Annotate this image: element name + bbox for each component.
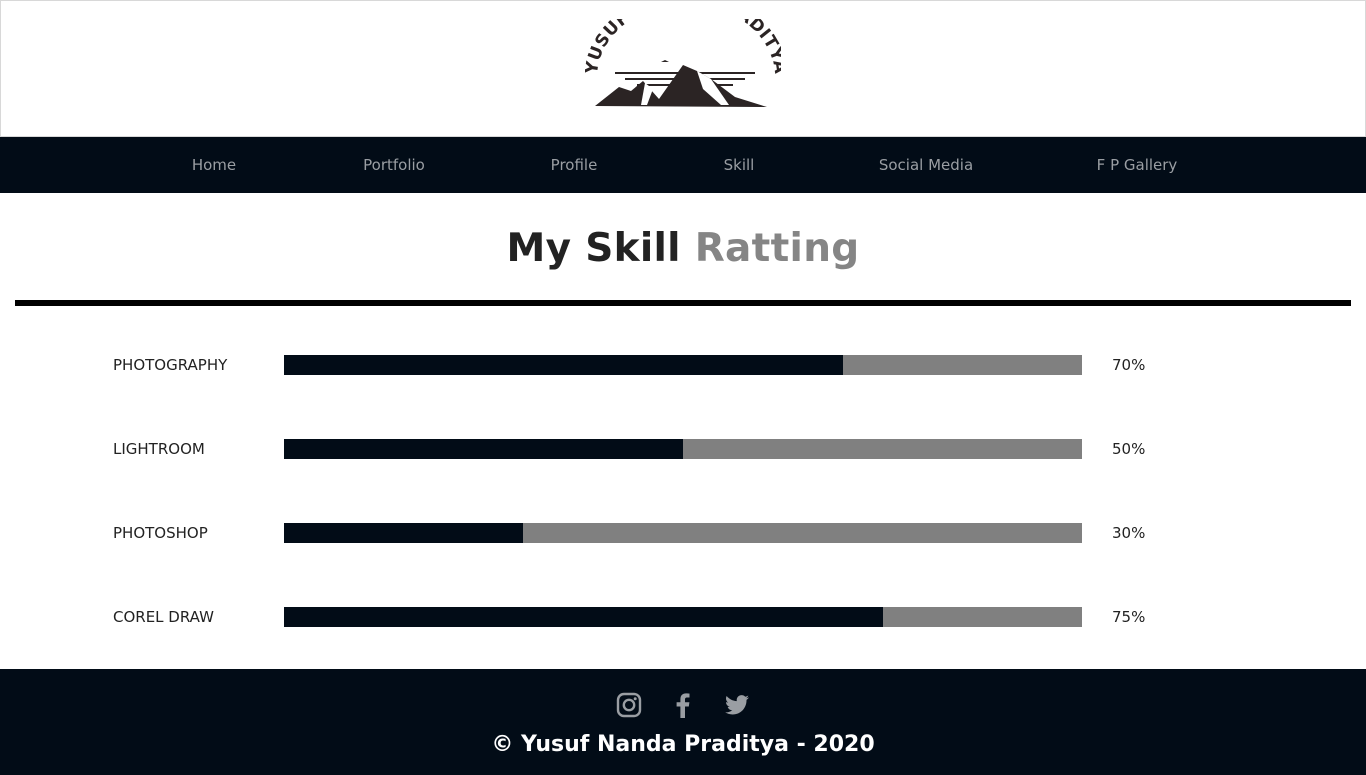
skill-bar-track <box>284 439 1082 459</box>
skill-bar-fill <box>284 355 843 375</box>
nav-item-home[interactable]: Home <box>192 137 236 193</box>
skill-bar-fill <box>284 439 683 459</box>
skill-row-photoshop: PHOTOSHOP 30% <box>0 521 1366 543</box>
logo-mountain-graphic: YUSUF NANDA PRADITYA <box>585 19 781 107</box>
page-title-main: My Skill <box>506 226 681 271</box>
instagram-icon[interactable] <box>615 691 643 719</box>
skill-percent: 50% <box>1112 440 1146 458</box>
skill-label: PHOTOGRAPHY <box>113 356 228 374</box>
nav-item-profile[interactable]: Profile <box>551 137 598 193</box>
skill-percent: 70% <box>1112 356 1146 374</box>
skill-label: COREL DRAW <box>113 608 214 626</box>
site-logo[interactable]: YUSUF NANDA PRADITYA <box>585 19 781 111</box>
site-footer: © Yusuf Nanda Praditya - 2020 <box>0 669 1366 775</box>
skill-label: LIGHTROOM <box>113 440 205 458</box>
nav-item-social-media[interactable]: Social Media <box>879 137 973 193</box>
facebook-icon[interactable] <box>669 691 697 719</box>
skill-bar-track <box>284 355 1082 375</box>
nav-item-portfolio[interactable]: Portfolio <box>363 137 425 193</box>
copyright-text: © Yusuf Nanda Praditya - 2020 <box>491 732 875 757</box>
skill-row-lightroom: LIGHTROOM 50% <box>0 437 1366 459</box>
skill-row-corel-draw: COREL DRAW 75% <box>0 605 1366 627</box>
skill-bar-fill <box>284 523 524 543</box>
skill-bar-track <box>284 523 1082 543</box>
skill-percent: 75% <box>1112 608 1146 626</box>
nav-item-fp-gallery[interactable]: F P Gallery <box>1097 137 1178 193</box>
main-nav: Home Portfolio Profile Skill Social Medi… <box>0 137 1366 193</box>
site-header: YUSUF NANDA PRADITYA <box>0 0 1366 137</box>
skill-bar-track <box>284 607 1082 627</box>
skill-bar-fill <box>284 607 883 627</box>
skill-percent: 30% <box>1112 524 1146 542</box>
section-divider <box>15 300 1351 306</box>
nav-item-skill[interactable]: Skill <box>724 137 755 193</box>
skill-label: PHOTOSHOP <box>113 524 208 542</box>
twitter-icon[interactable] <box>723 691 751 719</box>
page-title-accent: Ratting <box>694 226 860 271</box>
skill-row-photography: PHOTOGRAPHY 70% <box>0 353 1366 375</box>
page-title: My Skill Ratting <box>0 224 1366 274</box>
